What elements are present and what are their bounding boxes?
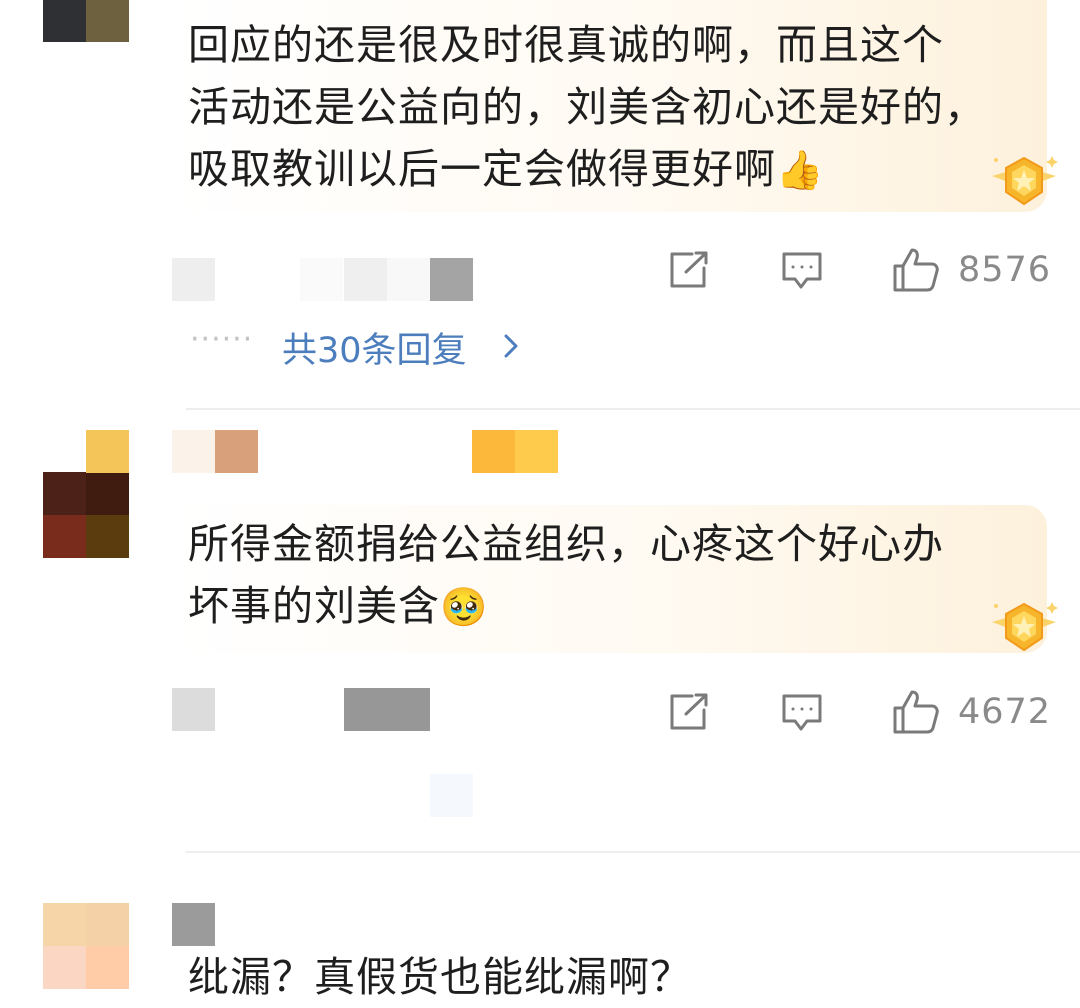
share-icon[interactable] xyxy=(668,250,710,294)
username-redacted xyxy=(172,430,215,473)
reply-dots: ······ xyxy=(190,322,254,357)
like-count: 8576 xyxy=(958,250,1052,290)
meta-redacted xyxy=(430,258,473,301)
comment-line: 活动还是公益向的，刘美含初心还是好的， xyxy=(188,83,986,131)
comment-line: 纰漏？真假货也能纰漏啊？ xyxy=(188,953,692,1001)
like-count: 4672 xyxy=(958,692,1052,732)
divider xyxy=(186,851,1080,853)
username-redacted xyxy=(515,430,558,473)
meta-redacted xyxy=(387,258,430,301)
comment-text: 所得金额捐给公益组织，心疼这个好心办 坏事的刘美含🥹 xyxy=(188,513,944,638)
avatar[interactable] xyxy=(43,903,129,989)
share-icon[interactable] xyxy=(668,692,710,736)
comment-line: 所得金额捐给公益组织，心疼这个好心办 xyxy=(188,520,944,568)
avatar[interactable] xyxy=(43,0,129,42)
username-redacted xyxy=(472,430,515,473)
meta-redacted xyxy=(344,688,430,731)
avatar[interactable] xyxy=(43,472,129,558)
gold-star-badge-icon xyxy=(988,598,1060,658)
comment-text: 纰漏？真假货也能纰漏啊？ xyxy=(188,946,692,1008)
view-replies-link[interactable]: 共30条回复 xyxy=(282,322,467,373)
thumbs-up-icon[interactable] xyxy=(892,247,940,297)
comment-icon[interactable] xyxy=(781,251,823,295)
username-redacted xyxy=(215,430,258,473)
avatar-frame-redacted xyxy=(86,430,129,473)
divider xyxy=(186,408,1080,410)
comment-line: 坏事的刘美含🥹 xyxy=(188,582,489,630)
thumbs-up-emoji: 👍 xyxy=(776,148,825,192)
username-redacted xyxy=(172,903,215,946)
comment-icon[interactable] xyxy=(781,693,823,737)
username-redacted xyxy=(172,258,215,301)
thumbs-up-icon[interactable] xyxy=(892,689,940,739)
comment-text: 回应的还是很及时很真诚的啊，而且这个 活动还是公益向的，刘美含初心还是好的， 吸… xyxy=(188,14,986,201)
pleading-face-emoji: 🥹 xyxy=(440,585,489,629)
comment-line: 吸取教训以后一定会做得更好啊👍 xyxy=(188,145,825,193)
reply-redacted xyxy=(430,774,473,817)
meta-redacted xyxy=(300,258,343,301)
meta-redacted xyxy=(172,688,215,731)
chevron-right-icon[interactable] xyxy=(503,333,519,363)
comment-line: 回应的还是很及时很真诚的啊，而且这个 xyxy=(188,21,944,69)
gold-star-badge-icon xyxy=(988,152,1060,212)
meta-redacted xyxy=(344,258,387,301)
